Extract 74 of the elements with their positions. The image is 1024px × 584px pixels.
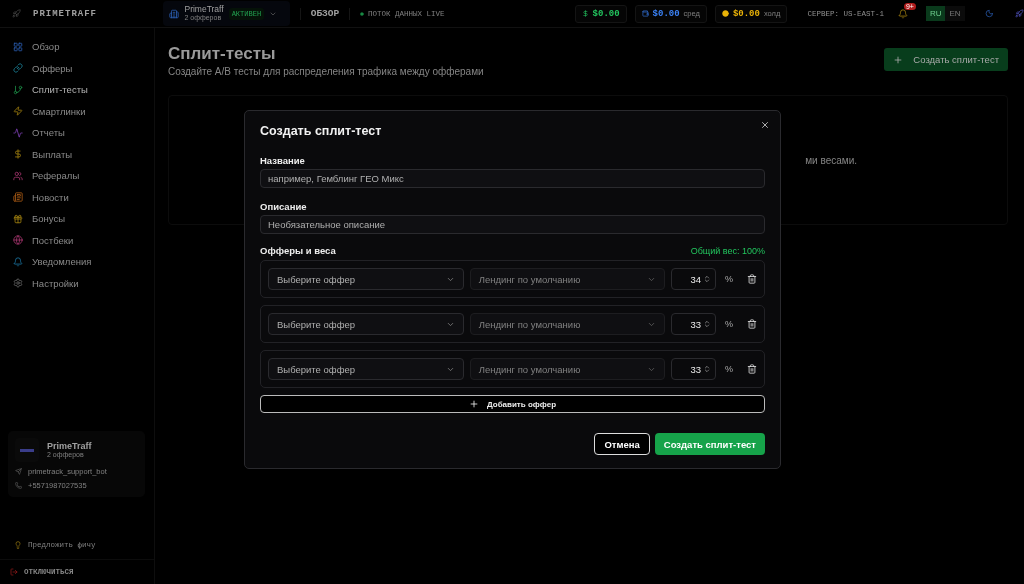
offer-select[interactable]: Выберите оффер xyxy=(268,313,464,336)
sidebar-item[interactable]: Обзор xyxy=(0,36,154,58)
sidebar-item[interactable]: Бонусы xyxy=(0,208,154,230)
pulse-icon xyxy=(13,127,23,138)
newspaper-icon xyxy=(13,192,23,203)
offer-select[interactable]: Выберите оффер xyxy=(268,268,464,291)
wallet-icon xyxy=(641,10,649,17)
account-name: PrimeTraff xyxy=(47,441,92,452)
stepper-icon[interactable] xyxy=(703,320,711,329)
stepper-icon[interactable] xyxy=(703,365,711,374)
total-weight: Общий вес: 100% xyxy=(690,245,765,256)
lightbulb-icon xyxy=(14,541,22,549)
user-icon xyxy=(13,170,23,181)
percent-sign: % xyxy=(725,319,733,330)
sidebar-item[interactable]: Отчеты xyxy=(0,122,154,144)
field-label: Название xyxy=(260,154,306,166)
sidebar-item[interactable]: Рефералы xyxy=(0,165,154,187)
balance-chip: $0.00 xyxy=(574,4,627,23)
trash-icon[interactable] xyxy=(747,274,757,285)
sidebar-item[interactable]: Офферы xyxy=(0,57,154,79)
sidebar-item[interactable]: Настройки xyxy=(0,272,154,294)
plus-icon xyxy=(468,399,479,410)
empty-state-text: ми весами. xyxy=(805,154,857,166)
create-button[interactable]: Создать сплит-тест xyxy=(884,48,1008,71)
percent-sign: % xyxy=(725,274,733,285)
phone-icon xyxy=(15,482,22,489)
sidebar-item[interactable]: Сплит-тесты xyxy=(0,79,154,101)
brand-name: PRIMETRAFF xyxy=(33,8,97,19)
grid-icon xyxy=(13,41,23,52)
percent-sign: % xyxy=(725,364,733,375)
field-label: Описание xyxy=(260,200,308,212)
sidebar-item[interactable]: Новости xyxy=(0,186,154,208)
rocket-icon[interactable] xyxy=(1015,9,1024,18)
logout-icon xyxy=(10,568,18,576)
gift-icon xyxy=(13,213,23,224)
settings-icon xyxy=(13,278,23,289)
page-title: ОБЗОР xyxy=(310,8,340,19)
sidebar-item[interactable]: Уведомления xyxy=(0,251,154,273)
building-icon xyxy=(169,8,180,19)
trash-icon[interactable] xyxy=(747,319,757,330)
cancel-button[interactable]: Отмена xyxy=(594,433,650,455)
weight-field[interactable]: 34 xyxy=(671,268,716,291)
trash-icon[interactable] xyxy=(747,364,757,375)
live-dot-icon xyxy=(360,11,365,16)
branch-icon xyxy=(13,84,23,95)
link-icon xyxy=(13,63,23,74)
page-heading: Сплит-тесты xyxy=(168,44,277,64)
bell-icon[interactable] xyxy=(897,8,908,19)
language-tab[interactable]: EN xyxy=(945,6,965,21)
weight-field[interactable]: 33 xyxy=(671,358,716,381)
bell-icon xyxy=(13,256,23,267)
offer-select[interactable]: Выберите оффер xyxy=(268,358,464,381)
sidebar-item[interactable]: Смартлинки xyxy=(0,100,154,122)
stepper-icon[interactable] xyxy=(703,275,711,284)
close-icon[interactable] xyxy=(760,120,770,130)
globe-icon xyxy=(13,235,23,246)
dollar-icon xyxy=(581,10,589,17)
moon-icon[interactable] xyxy=(984,9,994,18)
description-field[interactable]: Необязательное описание xyxy=(260,214,765,235)
name-field[interactable]: например, Гемблинг ГЕО Микс xyxy=(260,168,765,188)
page-subtitle: Создайте A/B тесты для распределения трафика между офферами xyxy=(168,66,484,77)
plus-icon xyxy=(893,54,904,65)
weight-field[interactable]: 33 xyxy=(671,313,716,336)
language-tab[interactable]: RU xyxy=(925,6,946,21)
add-offer-button[interactable]: Добавить оффер xyxy=(260,395,765,413)
coin-icon xyxy=(721,10,729,17)
sidebar-item[interactable]: Постбеки xyxy=(0,229,154,251)
field-label: Офферы и веса xyxy=(260,245,336,257)
send-icon xyxy=(15,468,22,475)
dollar-icon xyxy=(13,149,23,160)
logo-icon xyxy=(12,9,21,18)
modal-title: Создать сплит-тест xyxy=(260,124,383,138)
sidebar-item[interactable]: Выплаты xyxy=(0,143,154,165)
lightning-icon xyxy=(13,106,23,117)
